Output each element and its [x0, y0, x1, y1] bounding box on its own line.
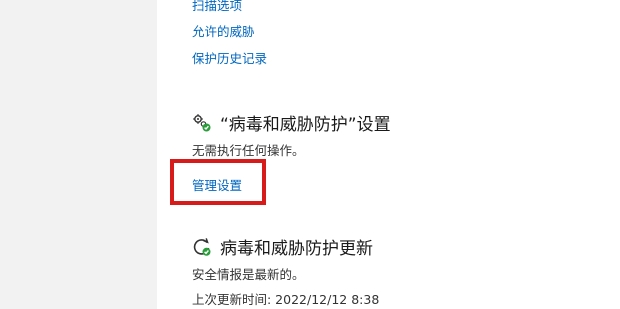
allowed-threats-link[interactable]: 允许的威胁: [192, 21, 255, 40]
navigation-pane: [0, 0, 157, 309]
refresh-check-icon: [192, 237, 212, 257]
windows-security-window: 扫描选项 允许的威胁 保护历史记录 “病毒和威胁防护”设置 无需执行任何操作。 …: [0, 0, 620, 309]
settings-section-title: “病毒和威胁防护”设置: [220, 115, 391, 135]
settings-section-header: “病毒和威胁防护”设置: [192, 110, 391, 135]
protection-history-link[interactable]: 保护历史记录: [192, 48, 267, 67]
last-update-text: 上次更新时间: 2022/12/12 8:38: [192, 292, 380, 307]
settings-status-text: 无需执行任何操作。: [192, 143, 305, 158]
updates-section-header: 病毒和威胁防护更新: [192, 234, 373, 259]
scan-options-link[interactable]: 扫描选项: [192, 0, 242, 14]
updates-status-text: 安全情报是最新的。: [192, 267, 305, 282]
updates-section-title: 病毒和威胁防护更新: [220, 239, 373, 259]
highlight-annotation-box: [170, 159, 266, 205]
virus-threat-protection-page: 扫描选项 允许的威胁 保护历史记录 “病毒和威胁防护”设置 无需执行任何操作。 …: [192, 0, 612, 309]
gears-check-icon: [192, 113, 212, 133]
